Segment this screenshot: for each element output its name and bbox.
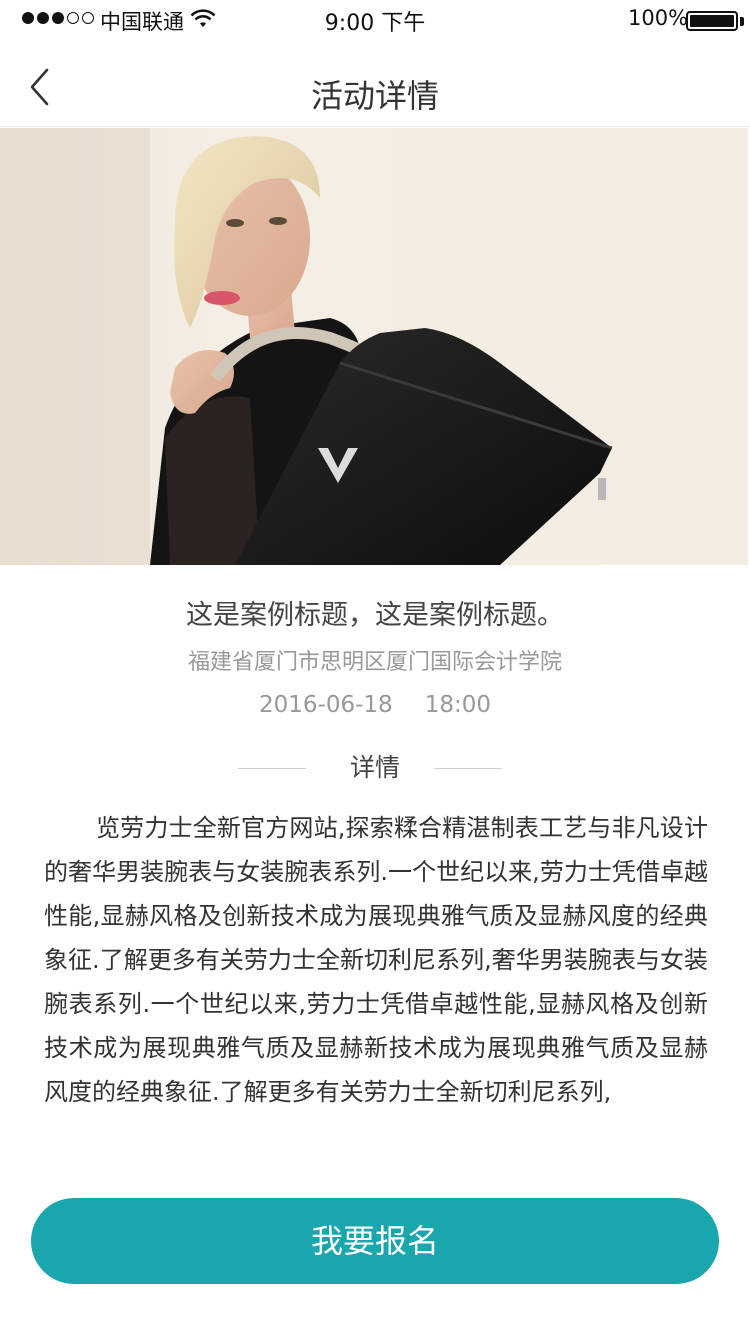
divider-left (238, 768, 306, 769)
event-address: 福建省厦门市思明区厦门国际会计学院 (187, 650, 562, 675)
status-bar: 中国联通 9:00 下午 100% (0, 0, 750, 40)
divider-right (434, 768, 502, 769)
signup-button[interactable]: 我要报名 (31, 1198, 719, 1284)
details-body-text: 览劳力士全新官方网站,探索糅合精湛制表工艺与非凡设计的奢华男装腕表与女装腕表系列… (44, 814, 708, 1106)
event-date: 2016-06-18 (259, 692, 393, 718)
battery-percent: 100% (628, 6, 689, 30)
event-time: 18:00 (424, 692, 491, 718)
battery-icon (686, 11, 738, 31)
event-detail-page: 中国联通 9:00 下午 100% 活动详情 这是案例标题，这是案例标题。 福建… (0, 0, 750, 1328)
navigation-bar: 活动详情 (0, 40, 750, 127)
battery-cap (740, 17, 744, 26)
event-title: 这是案例标题，这是案例标题。 (186, 600, 564, 631)
details-section-header: 详情 (0, 752, 750, 786)
event-datetime: 2016-06-18 18:00 (0, 690, 750, 720)
details-section-title: 详情 (349, 753, 400, 782)
page-title: 活动详情 (310, 77, 439, 115)
event-banner-image (0, 128, 748, 565)
